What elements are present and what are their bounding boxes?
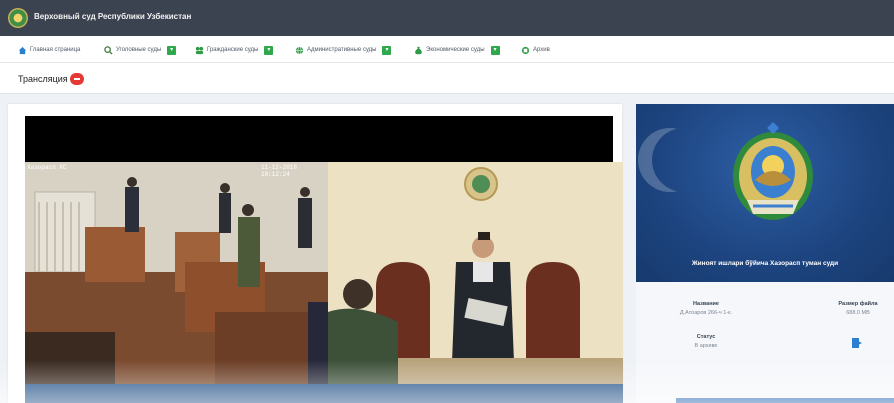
camera-name-overlay: Хазорасп ХС	[27, 164, 67, 171]
courtroom-scene	[25, 162, 328, 384]
money-bag-icon	[415, 46, 422, 54]
crescent-moon-icon	[652, 128, 716, 192]
nav-item-label: Экономические суды	[426, 47, 485, 53]
nav-item-label: Административные суды	[307, 47, 377, 53]
file-size-value: 688.0 MB	[846, 310, 870, 316]
status-label: Статус	[696, 334, 716, 340]
dropdown-badge-icon[interactable]: ▾	[167, 45, 177, 55]
dropdown-badge-icon[interactable]: ▾	[264, 45, 274, 55]
judge-scene	[328, 162, 623, 384]
name-label: Название	[693, 301, 719, 307]
nav-item-label: Главная страница	[30, 47, 81, 53]
video-control-bar[interactable]	[25, 384, 623, 403]
nav-item-economic[interactable]: Экономические суды ▾	[414, 43, 500, 57]
nav-item-administrative[interactable]: Административные суды ▾	[295, 43, 392, 57]
nav-item-civil[interactable]: Гражданские суды ▾	[195, 43, 274, 57]
page-title: Трансляция	[18, 74, 68, 84]
court-name-caption: Жиноят ишлари бўйича Хазорасп туман суди	[691, 260, 839, 267]
file-size-label: Размер файла	[838, 301, 878, 307]
download-icon[interactable]	[852, 336, 862, 348]
file-metadata: Название Д.Атоаров 266-ч 1-к. Размер фай…	[636, 282, 894, 403]
home-icon	[18, 46, 27, 54]
name-value: Д.Атоаров 266-ч 1-к.	[679, 310, 733, 316]
nav-item-archive[interactable]: Архив	[521, 43, 550, 57]
timestamp-overlay: 11-12-2018 10:12:24	[261, 164, 298, 178]
video-player[interactable]: Хазорасп ХС 11-12-2018 10:12:24	[8, 104, 623, 403]
main-navigation: Главная страница Уголовные суды ▾ Гражда…	[0, 36, 894, 63]
coat-of-arms-icon	[733, 122, 813, 220]
state-emblem-icon	[8, 8, 28, 28]
live-indicator-icon	[70, 73, 84, 85]
globe-icon	[295, 46, 304, 54]
video-top-bar	[25, 116, 613, 162]
broadcast-info-panel: Жиноят ишлари бўйича Хазорасп туман суди…	[636, 104, 894, 403]
breadcrumb: Трансляция	[0, 63, 894, 94]
camera-view-judge	[328, 162, 623, 384]
nav-item-label: Гражданские суды	[207, 47, 259, 53]
nav-item-home[interactable]: Главная страница	[18, 43, 80, 57]
status-value: В архиве	[694, 343, 718, 349]
top-header: Верховный суд Республики Узбекистан	[0, 0, 894, 36]
people-icon	[195, 46, 204, 54]
nav-item-label: Архив	[533, 47, 550, 53]
site-title[interactable]: Верховный суд Республики Узбекистан	[34, 12, 191, 21]
search-people-icon	[104, 45, 113, 55]
dropdown-badge-icon[interactable]: ▾	[382, 45, 392, 55]
nav-item-criminal[interactable]: Уголовные суды ▾	[104, 43, 177, 57]
court-banner: Жиноят ишлари бўйича Хазорасп туман суди	[636, 104, 894, 282]
camera-view-courtroom: Хазорасп ХС 11-12-2018 10:12:24	[25, 162, 328, 384]
archive-icon	[521, 46, 530, 54]
panel-footer-bar	[676, 398, 894, 403]
dropdown-badge-icon[interactable]: ▾	[490, 45, 500, 55]
nav-item-label: Уголовные суды	[116, 47, 162, 53]
video-frame[interactable]: Хазорасп ХС 11-12-2018 10:12:24	[25, 162, 623, 384]
